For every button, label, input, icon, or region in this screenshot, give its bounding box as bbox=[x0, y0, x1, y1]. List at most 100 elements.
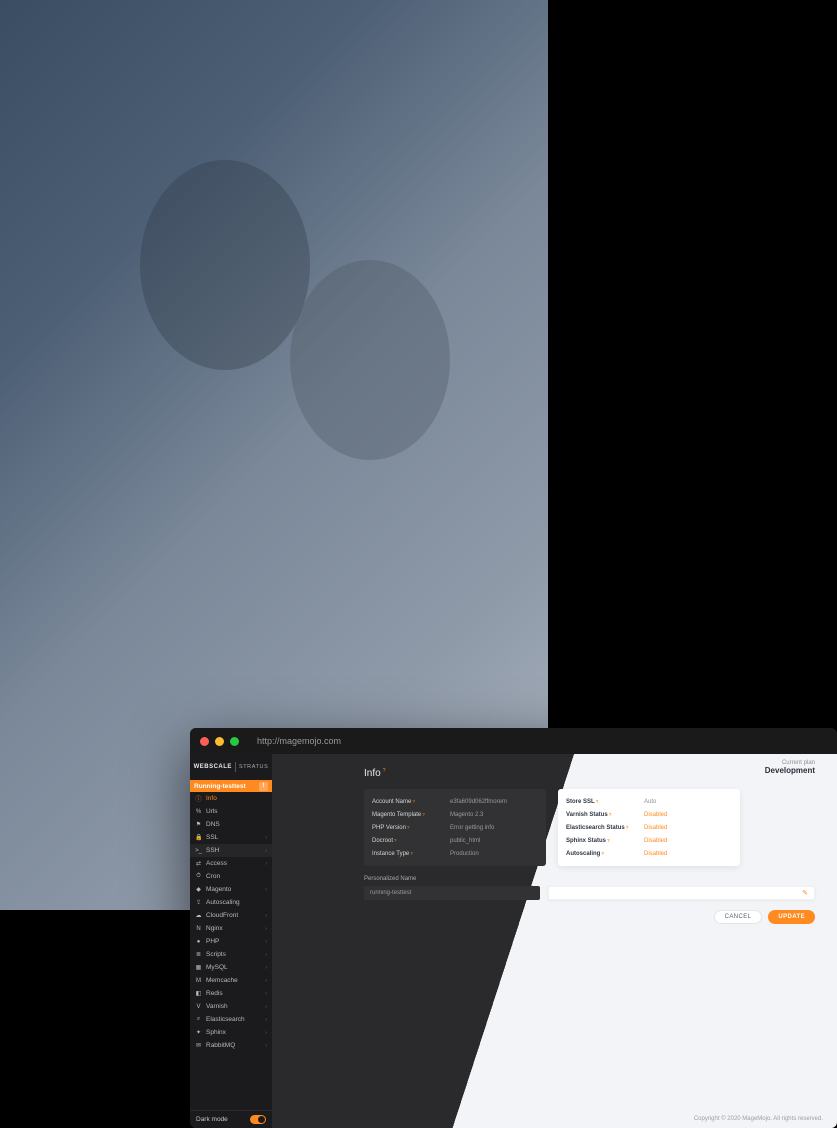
sidebar-item-access[interactable]: ⇄Access› bbox=[190, 857, 272, 870]
info-row: Docroot ?public_html bbox=[372, 834, 538, 847]
help-icon[interactable]: ? bbox=[626, 825, 629, 831]
help-icon[interactable]: ? bbox=[394, 838, 397, 844]
chevron-right-icon: › bbox=[265, 1030, 267, 1036]
status-key: Store SSL ? bbox=[566, 799, 644, 805]
info-row: Magento Template ?Magento 2.3 bbox=[372, 808, 538, 821]
sidebar-item-memcache[interactable]: MMemcache› bbox=[190, 974, 272, 987]
status-row: Sphinx Status ?Disabled bbox=[566, 834, 732, 847]
info-key: Docroot ? bbox=[372, 838, 450, 844]
chevron-right-icon: › bbox=[265, 848, 267, 854]
address-bar[interactable]: http://magemojo.com bbox=[257, 736, 341, 746]
status-value: Auto bbox=[644, 799, 656, 805]
nav-icon: ▦ bbox=[195, 964, 202, 971]
sidebar-item-urls[interactable]: %Urls bbox=[190, 805, 272, 818]
info-value: e3fa609d062ffmorem bbox=[450, 799, 507, 805]
nav-label: Sphinx bbox=[206, 1029, 261, 1036]
sidebar-item-nginx[interactable]: NNginx› bbox=[190, 922, 272, 935]
status-row: Varnish Status ?Disabled bbox=[566, 808, 732, 821]
info-key: Instance Type ? bbox=[372, 851, 450, 857]
chevron-right-icon: › bbox=[265, 965, 267, 971]
sidebar-item-ssl[interactable]: 🔒SSL› bbox=[190, 831, 272, 844]
info-value: Magento 2.3 bbox=[450, 812, 483, 818]
nav-label: DNS bbox=[206, 821, 267, 828]
help-icon[interactable]: ? bbox=[607, 838, 610, 844]
nav-icon: ● bbox=[195, 939, 202, 945]
sidebar-item-cron[interactable]: ⏱ Cron bbox=[190, 870, 272, 883]
help-icon[interactable]: ? bbox=[601, 851, 604, 857]
dark-mode-toggle[interactable] bbox=[250, 1115, 266, 1124]
sidebar-item-sphinx[interactable]: ✦Sphinx› bbox=[190, 1026, 272, 1039]
app-window: http://magemojo.com WEBSCALE STRATUS Run… bbox=[190, 728, 837, 1128]
sidebar-item-dns[interactable]: ⚑ DNS bbox=[190, 818, 272, 831]
nav-label: Elasticsearch bbox=[206, 1016, 261, 1023]
nav-icon: M bbox=[195, 978, 202, 984]
nav-label: Urls bbox=[206, 808, 267, 815]
rename-field[interactable]: ✎ bbox=[548, 886, 815, 900]
info-value: public_html bbox=[450, 838, 480, 844]
sidebar-item-php[interactable]: ●PHP› bbox=[190, 935, 272, 948]
page-title: Info? bbox=[364, 768, 815, 779]
info-value: Error getting info bbox=[450, 825, 494, 831]
sidebar-item-autoscaling[interactable]: ⇪Autoscaling bbox=[190, 896, 272, 909]
help-icon[interactable]: ? bbox=[422, 812, 425, 818]
environment-banner[interactable]: Running-testtest ! bbox=[190, 780, 272, 792]
help-icon[interactable]: ? bbox=[596, 799, 599, 805]
chevron-right-icon: › bbox=[265, 913, 267, 919]
environment-label: Running-testtest bbox=[194, 783, 246, 790]
status-value: Disabled bbox=[644, 851, 667, 857]
sidebar-item-redis[interactable]: ◧Redis› bbox=[190, 987, 272, 1000]
nav-icon: ⏱ bbox=[195, 873, 202, 880]
info-row: Account Name ?e3fa609d062ffmorem bbox=[372, 795, 538, 808]
status-row: Elasticsearch Status ?Disabled bbox=[566, 821, 732, 834]
footer-copyright: Copyright © 2020 MageMojo. All rights re… bbox=[694, 1116, 823, 1122]
pencil-icon: ✎ bbox=[802, 889, 808, 897]
brand-name: WEBSCALE bbox=[194, 764, 232, 770]
help-icon[interactable]: ? bbox=[407, 825, 410, 831]
help-icon[interactable]: ? bbox=[412, 799, 415, 805]
status-key: Varnish Status ? bbox=[566, 812, 644, 818]
nav-label: Magento bbox=[206, 886, 261, 893]
info-value: Production bbox=[450, 851, 479, 857]
brand-sub: STRATUS bbox=[239, 764, 268, 770]
help-icon[interactable]: ? bbox=[410, 851, 413, 857]
sidebar-item-magento[interactable]: ◆Magento› bbox=[190, 883, 272, 896]
nav-icon: ⇪ bbox=[195, 899, 202, 906]
sidebar-item-ssh[interactable]: >_SSH› bbox=[190, 844, 272, 857]
window-minimize-icon[interactable] bbox=[215, 737, 224, 746]
sidebar-nav: ⓘInfo%Urls ⚑ DNS 🔒SSL›>_SSH›⇄Access› ⏱ Cron ◆M… bbox=[190, 792, 272, 1110]
nav-icon: ⓘ bbox=[195, 794, 202, 803]
info-key: Account Name ? bbox=[372, 799, 450, 805]
window-close-icon[interactable] bbox=[200, 737, 209, 746]
nav-icon: ⚑ bbox=[195, 821, 202, 828]
nav-icon: ⇄ bbox=[195, 860, 202, 867]
personalized-name-input[interactable] bbox=[364, 886, 540, 900]
cancel-button[interactable]: CANCEL bbox=[714, 910, 763, 924]
chevron-right-icon: › bbox=[265, 1043, 267, 1049]
sidebar-item-scripts[interactable]: ≣Scripts› bbox=[190, 948, 272, 961]
sidebar-item-varnish[interactable]: VVarnish› bbox=[190, 1000, 272, 1013]
dark-mode-row: Dark mode bbox=[190, 1110, 272, 1128]
nav-label: Redis bbox=[206, 990, 261, 997]
chevron-right-icon: › bbox=[265, 939, 267, 945]
sidebar-item-info[interactable]: ⓘInfo bbox=[190, 792, 272, 805]
sidebar-item-mysql[interactable]: ▦MySQL› bbox=[190, 961, 272, 974]
nav-label: Cron bbox=[206, 873, 267, 880]
sidebar: WEBSCALE STRATUS Running-testtest ! ⓘInf… bbox=[190, 754, 272, 1128]
chevron-right-icon: › bbox=[265, 952, 267, 958]
info-icon[interactable]: ? bbox=[383, 768, 386, 774]
help-icon[interactable]: ? bbox=[609, 812, 612, 818]
chevron-right-icon: › bbox=[265, 991, 267, 997]
update-button[interactable]: UPDATE bbox=[768, 910, 815, 924]
sidebar-item-cloudfront[interactable]: ☁CloudFront› bbox=[190, 909, 272, 922]
status-key: Autoscaling ? bbox=[566, 851, 644, 857]
status-key: Sphinx Status ? bbox=[566, 838, 644, 844]
info-key: Magento Template ? bbox=[372, 812, 450, 818]
sidebar-item-elasticsearch[interactable]: ⌕Elasticsearch› bbox=[190, 1013, 272, 1026]
sidebar-item-rabbitmq[interactable]: ✉RabbitMQ› bbox=[190, 1039, 272, 1052]
plan-block: Current plan Development bbox=[765, 760, 815, 775]
status-value: Disabled bbox=[644, 812, 667, 818]
window-zoom-icon[interactable] bbox=[230, 737, 239, 746]
info-key: PHP Version ? bbox=[372, 825, 450, 831]
current-plan-value: Development bbox=[765, 766, 815, 775]
info-panel: Account Name ?e3fa609d062ffmoremMagento … bbox=[364, 789, 546, 866]
